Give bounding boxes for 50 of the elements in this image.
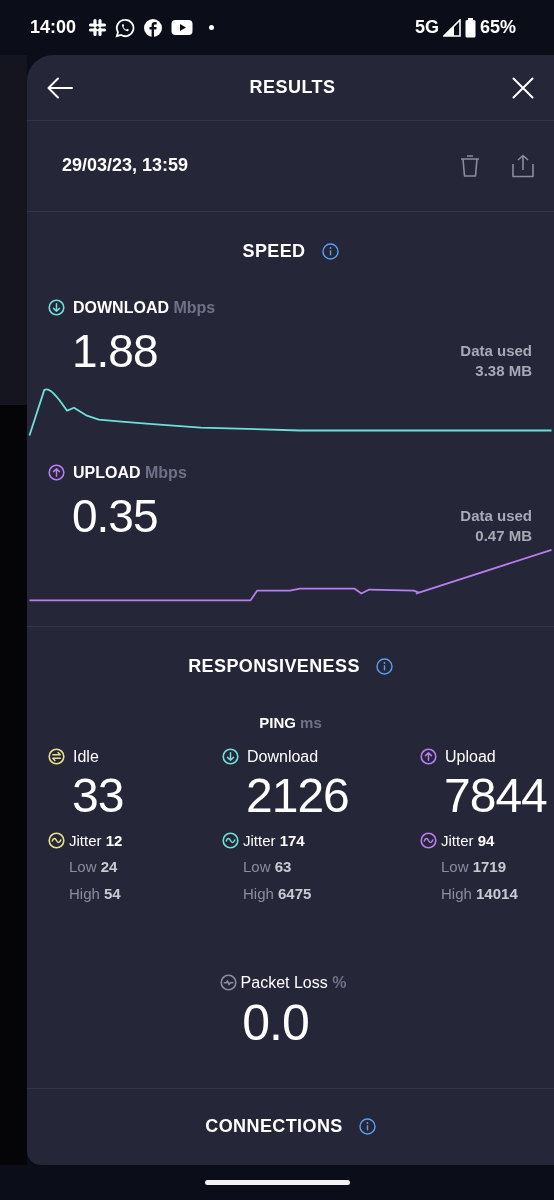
ping-value: 2126 [246, 772, 349, 820]
section-title: RESPONSIVENESS [188, 655, 360, 679]
low-text: Low 24 [69, 857, 118, 878]
dot-icon [209, 25, 215, 30]
ping-label: PING ms [259, 712, 322, 733]
round-logo-icon [143, 17, 164, 38]
high-text: High 14014 [441, 884, 518, 905]
speed-value: 1.88 [72, 328, 158, 374]
high-text: High 54 [69, 884, 121, 905]
section-title: CONNECTIONS [205, 1115, 343, 1139]
signal-icon [442, 18, 461, 37]
wave-icon [420, 832, 437, 850]
data-used-text: Data used 3.38 MB [460, 341, 532, 381]
speed-value: 0.35 [72, 493, 158, 540]
ping-type-label: Download [247, 747, 319, 767]
close-button[interactable] [512, 76, 534, 99]
wave-icon [48, 832, 65, 850]
high-text: High 6475 [243, 884, 312, 905]
chat-bubble-icon [115, 17, 136, 38]
low-text: Low 1719 [441, 857, 507, 878]
ping-type-label: Idle [73, 747, 99, 767]
wave-icon [222, 832, 239, 850]
result-date: 29/03/23, 13:59 [62, 154, 189, 178]
network-label: 5G [414, 16, 439, 39]
play-icon [171, 19, 194, 36]
jitter-text: Jitter 12 [69, 830, 123, 851]
hash-icon [88, 18, 108, 37]
jitter-text: Jitter 94 [441, 830, 495, 851]
test-label: UPLOAD Mbps [73, 462, 187, 483]
data-used-text: Data used 0.47 MB [460, 506, 532, 547]
packet-loss-value: 0.0 [242, 997, 309, 1048]
page-title: RESULTS [249, 76, 336, 100]
battery-percent: 65% [479, 16, 516, 39]
info-icon[interactable] [358, 1118, 376, 1136]
back-button[interactable] [47, 76, 73, 99]
ping-value: 7844 [444, 772, 547, 820]
ping-type-label: Upload [445, 747, 496, 767]
clock: 14:00 [30, 16, 77, 39]
battery-icon [464, 17, 476, 38]
section-title: SPEED [242, 239, 306, 263]
delete-button[interactable] [460, 153, 480, 178]
jitter-text: Jitter 174 [243, 830, 305, 851]
test-label: DOWNLOAD Mbps [73, 297, 216, 318]
info-icon[interactable] [321, 242, 339, 260]
ping-value: 33 [72, 772, 124, 820]
share-button[interactable] [512, 153, 534, 178]
pulse-icon [219, 974, 237, 992]
packet-loss-label: Packet Loss % [240, 972, 347, 993]
low-text: Low 63 [243, 857, 292, 878]
info-icon[interactable] [375, 658, 393, 676]
